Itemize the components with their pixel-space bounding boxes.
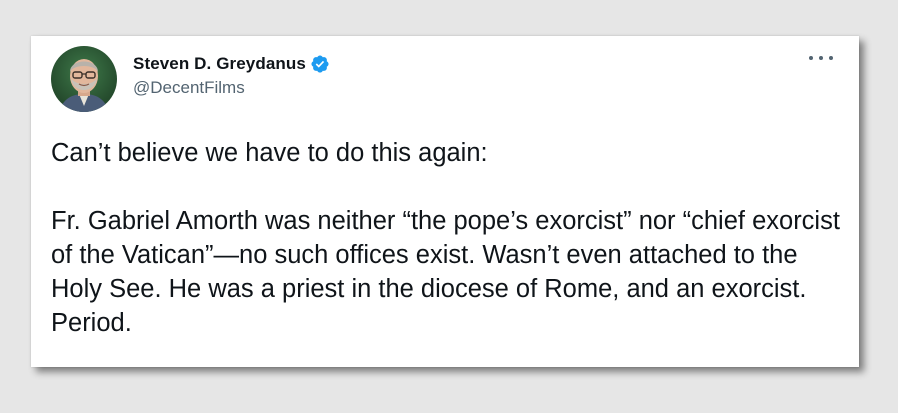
tweet-paragraph: Fr. Gabriel Amorth was neither “the pope… bbox=[51, 207, 840, 337]
author-display-name[interactable]: Steven D. Greydanus bbox=[133, 54, 306, 74]
dot bbox=[809, 56, 813, 60]
dot bbox=[829, 56, 833, 60]
tweet-card[interactable]: Steven D. Greydanus @DecentFilms Can’t b… bbox=[31, 36, 859, 367]
author-handle[interactable]: @DecentFilms bbox=[133, 78, 330, 98]
tweet-text: Can’t believe we have to do this again: … bbox=[51, 136, 841, 340]
author-info: Steven D. Greydanus @DecentFilms bbox=[133, 54, 330, 98]
dot bbox=[819, 56, 823, 60]
more-options-icon[interactable] bbox=[809, 52, 833, 64]
avatar[interactable] bbox=[51, 46, 117, 112]
verified-badge-icon bbox=[310, 54, 330, 74]
tweet-header: Steven D. Greydanus @DecentFilms bbox=[51, 46, 330, 112]
name-row: Steven D. Greydanus bbox=[133, 54, 330, 74]
tweet-paragraph: Can’t believe we have to do this again: bbox=[51, 139, 488, 167]
